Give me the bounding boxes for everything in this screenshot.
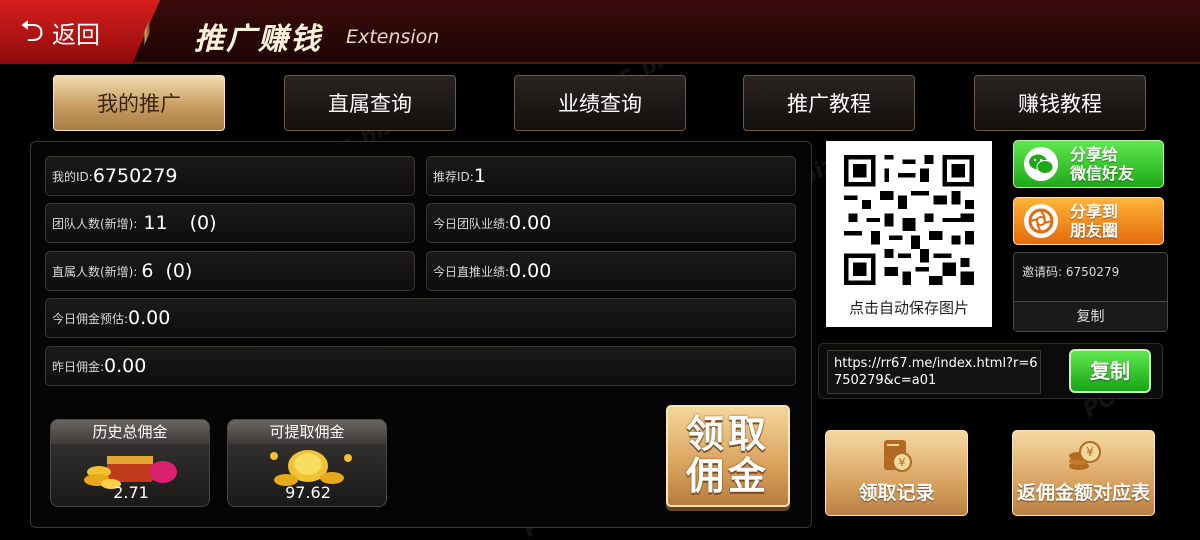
claim-commission-button[interactable]: 领取 佣金 <box>666 405 790 507</box>
copy-invite-code-button[interactable]: 复制 <box>1014 301 1167 331</box>
page-title: 推广赚钱 <box>194 22 322 57</box>
qr-code-image <box>844 155 974 285</box>
tab-promotion-tutorial[interactable]: 推广教程 <box>743 75 915 131</box>
withdrawable-commission-label: 可提取佣金 <box>228 420 386 444</box>
team-new-value: (0) <box>189 212 217 234</box>
wechat-icon <box>1024 147 1058 181</box>
today-direct-perf-field: 今日直推业绩: 0.00 <box>426 251 796 291</box>
referrer-id-label: 推荐ID: <box>433 169 474 184</box>
share-wechat-line-2: 微信好友 <box>1070 164 1135 183</box>
yesterday-commission-label: 昨日佣金: <box>52 359 105 374</box>
claim-records-button[interactable]: ¥ 领取记录 <box>825 430 968 516</box>
claim-records-label: 领取记录 <box>858 482 935 504</box>
page-subtitle: Extension <box>346 26 440 48</box>
withdrawable-commission-card: 可提取佣金 97.62 <box>227 419 387 507</box>
team-count-label: 团队人数(新增): <box>52 216 138 231</box>
my-id-field: 我的ID: 6750279 <box>45 156 415 196</box>
invite-code-box: 邀请码: 6750279 复制 <box>1013 252 1168 332</box>
qr-caption: 点击自动保存图片 <box>848 299 969 317</box>
share-moments-line-1: 分享到 <box>1070 201 1119 221</box>
rebate-table-label: 返佣金额对应表 <box>1016 482 1150 504</box>
team-count-value: 11 <box>143 212 168 234</box>
withdrawable-commission-value: 97.62 <box>285 483 331 502</box>
referrer-id-field: 推荐ID: 1 <box>426 156 796 196</box>
copy-link-button[interactable]: 复制 <box>1069 349 1151 393</box>
direct-new-value: (0) <box>165 260 193 282</box>
svg-text:¥: ¥ <box>1086 445 1094 459</box>
qr-code-card[interactable]: 点击自动保存图片 <box>826 141 992 327</box>
share-moments-line-2: 朋友圈 <box>1070 221 1119 240</box>
today-commission-value: 0.00 <box>128 307 171 329</box>
tab-my-promotion[interactable]: 我的推广 <box>53 75 225 131</box>
today-team-perf-label: 今日团队业绩: <box>433 216 510 231</box>
moments-icon <box>1024 204 1058 238</box>
history-commission-value: 2.71 <box>113 483 149 502</box>
today-team-perf-value: 0.00 <box>509 212 552 234</box>
share-moments-button[interactable]: 分享到 朋友圈 <box>1013 197 1164 245</box>
header-bar: ⮌ 返回 推广赚钱 Extension <box>0 0 1200 64</box>
promo-link-row: https://rr67.me/index.html?r=6750279&c=a… <box>818 343 1163 399</box>
promo-link-field[interactable]: https://rr67.me/index.html?r=6750279&c=a… <box>827 350 1041 394</box>
yesterday-commission-value: 0.00 <box>104 355 147 377</box>
today-commission-field: 今日佣金预估: 0.00 <box>45 298 796 338</box>
team-count-field: 团队人数(新增): 11 (0) <box>45 203 415 243</box>
invite-code-label: 邀请码: <box>1022 265 1063 279</box>
today-team-perf-field: 今日团队业绩: 0.00 <box>426 203 796 243</box>
my-id-value: 6750279 <box>92 165 178 187</box>
history-commission-card: 历史总佣金 2.71 <box>50 419 210 507</box>
direct-count-value: 6 <box>141 260 154 282</box>
svg-text:¥: ¥ <box>898 456 905 469</box>
claim-line-2: 佣金 <box>685 454 770 498</box>
invite-code-value: 6750279 <box>1065 265 1120 279</box>
back-label: 返回 <box>52 20 101 49</box>
share-wechat-button[interactable]: 分享给 微信好友 <box>1013 140 1164 188</box>
direct-count-label: 直属人数(新增): <box>52 264 138 279</box>
my-id-label: 我的ID: <box>52 169 93 184</box>
today-commission-label: 今日佣金预估: <box>52 311 129 326</box>
back-arrow-icon: ⮌ <box>20 14 45 49</box>
today-direct-perf-value: 0.00 <box>509 260 552 282</box>
referrer-id-value: 1 <box>473 165 486 187</box>
claim-line-1: 领取 <box>685 412 770 457</box>
receipt-yen-icon: ¥ <box>883 440 912 472</box>
rebate-table-button[interactable]: ¥ 返佣金额对应表 <box>1012 430 1155 516</box>
history-commission-label: 历史总佣金 <box>51 420 209 444</box>
tab-earning-tutorial[interactable]: 赚钱教程 <box>974 75 1146 131</box>
tab-performance-query[interactable]: 业绩查询 <box>514 75 686 131</box>
today-direct-perf-label: 今日直推业绩: <box>433 264 510 279</box>
coin-stack-icon: ¥ <box>1068 441 1101 470</box>
direct-count-field: 直属人数(新增): 6 (0) <box>45 251 415 291</box>
share-wechat-line-1: 分享给 <box>1070 144 1119 164</box>
yesterday-commission-field: 昨日佣金: 0.00 <box>45 346 796 386</box>
tab-direct-query[interactable]: 直属查询 <box>284 75 456 131</box>
